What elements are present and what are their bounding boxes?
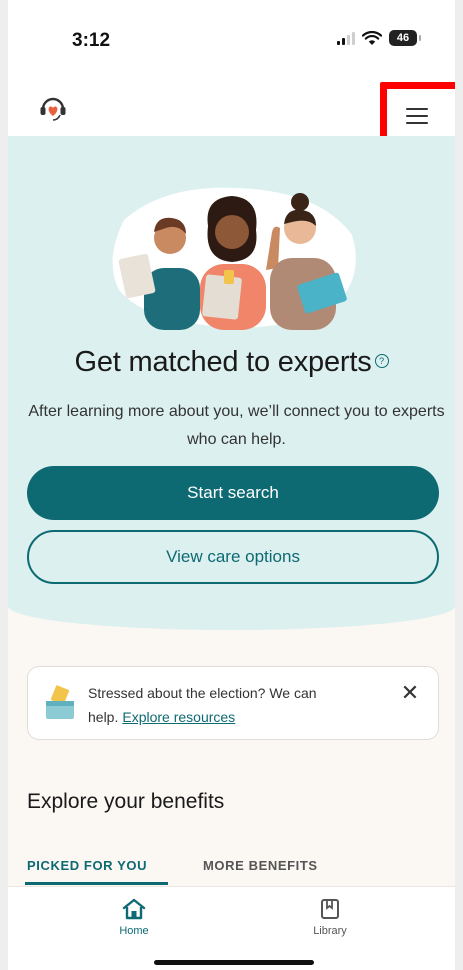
app-header (8, 80, 455, 150)
nav-home[interactable]: Home (94, 897, 174, 937)
phone-screen: 3:12 46 Get matched to experts ? After l… (8, 0, 455, 970)
benefits-tabs: PICKED FOR YOU MORE BENEFITS (8, 852, 455, 886)
help-circle-icon[interactable]: ? (374, 354, 389, 369)
explore-resources-link[interactable]: Explore resources (122, 709, 235, 725)
view-care-options-button[interactable]: View care options (27, 530, 439, 584)
ballot-box-icon (46, 685, 74, 719)
close-banner-button[interactable]: ✕ (398, 680, 422, 705)
hero-title: Get matched to experts? (8, 346, 455, 379)
active-tab-indicator (25, 882, 168, 885)
hamburger-menu-icon (406, 108, 428, 124)
nav-library-label: Library (313, 925, 347, 937)
benefits-title: Explore your benefits (27, 790, 225, 813)
hero-section: Get matched to experts? After learning m… (8, 136, 455, 630)
election-banner: Stressed about the election? We can help… (27, 666, 439, 740)
nav-home-label: Home (119, 925, 149, 937)
tab-picked-for-you[interactable]: PICKED FOR YOU (27, 858, 147, 873)
hero-description: After learning more about you, we’ll con… (28, 403, 445, 448)
battery-icon: 46 (389, 30, 421, 46)
close-icon: ✕ (400, 680, 420, 705)
banner-text: Stressed about the election? We can help… (88, 685, 317, 725)
status-time: 3:12 (72, 30, 111, 51)
status-bar: 3:12 46 (8, 0, 455, 80)
home-icon (122, 898, 146, 920)
home-indicator (154, 960, 314, 965)
book-icon (321, 899, 339, 919)
wifi-icon (362, 30, 382, 45)
start-search-button[interactable]: Start search (27, 466, 439, 520)
bottom-navigation: Home Library (8, 886, 455, 970)
nav-library[interactable]: Library (290, 897, 370, 937)
tab-more-benefits[interactable]: MORE BENEFITS (203, 858, 318, 873)
signal-icon (337, 31, 355, 45)
status-icons: 46 (337, 30, 421, 46)
headset-heart-logo-icon (40, 97, 66, 121)
experts-illustration (112, 187, 356, 330)
